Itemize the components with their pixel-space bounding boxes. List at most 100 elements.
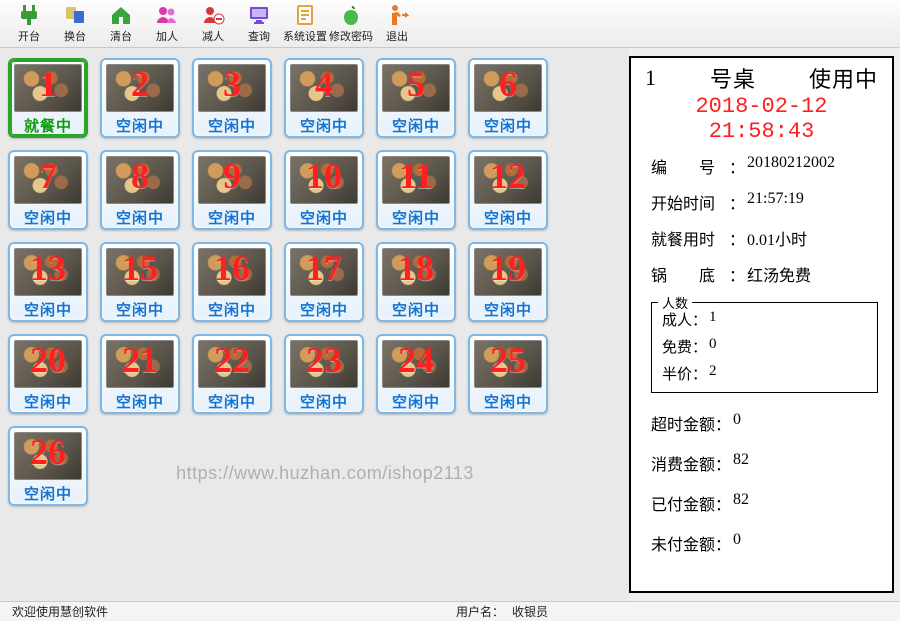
table-grid-area: 1 就餐中 2 空闲中 3 空闲中 4 空闲中 5 空闲中 6 空闲中 7 空闲…: [0, 48, 629, 601]
change-pwd-button[interactable]: 修改密码: [328, 2, 374, 46]
table-thumb: [198, 340, 266, 388]
sys-settings-button[interactable]: 系统设置: [282, 2, 328, 46]
table-status: 空闲中: [194, 114, 270, 136]
table-cell-10[interactable]: 10 空闲中: [284, 150, 364, 230]
label-start: 开始时间: [651, 190, 729, 214]
table-cell-1[interactable]: 1 就餐中: [8, 58, 88, 138]
toolbar-label: 查询: [248, 28, 270, 44]
table-cell-26[interactable]: 26 空闲中: [8, 426, 88, 506]
table-thumb: [290, 64, 358, 112]
table-thumb: [474, 156, 542, 204]
table-status: 空闲中: [194, 206, 270, 228]
table-status: 空闲中: [378, 390, 454, 412]
detail-table-suffix: 号桌: [710, 62, 756, 94]
row-serial: 编 号： 20180212002: [651, 154, 878, 178]
table-status: 空闲中: [286, 390, 362, 412]
table-cell-21[interactable]: 21 空闲中: [100, 334, 180, 414]
bottom-statusbar: 欢迎使用慧创软件 用户名： 收银员: [0, 601, 900, 621]
table-thumb: [14, 248, 82, 296]
value-serial: 20180212002: [747, 154, 835, 178]
label-serial: 编 号: [651, 154, 729, 178]
label-adult: 成人: [662, 309, 692, 330]
table-grid: 1 就餐中 2 空闲中 3 空闲中 4 空闲中 5 空闲中 6 空闲中 7 空闲…: [8, 58, 621, 506]
table-thumb: [14, 432, 82, 480]
table-status: 空闲中: [470, 206, 546, 228]
table-status: 空闲中: [470, 114, 546, 136]
table-status: 空闲中: [10, 206, 86, 228]
sub-person-button[interactable]: 减人: [190, 2, 236, 46]
row-unpaid: 未付金额： 0: [651, 531, 878, 555]
table-cell-23[interactable]: 23 空闲中: [284, 334, 364, 414]
app-root: 开台换台清台加人减人查询系统设置修改密码退出 1 就餐中 2 空闲中 3 空闲中…: [0, 0, 900, 621]
table-thumb: [290, 340, 358, 388]
table-thumb: [198, 64, 266, 112]
plug-icon: [17, 3, 41, 27]
table-cell-9[interactable]: 9 空闲中: [192, 150, 272, 230]
add-person-button[interactable]: 加人: [144, 2, 190, 46]
table-thumb: [198, 156, 266, 204]
table-cell-20[interactable]: 20 空闲中: [8, 334, 88, 414]
table-thumb: [106, 248, 174, 296]
label-elapsed: 就餐用时: [651, 226, 729, 250]
table-cell-5[interactable]: 5 空闲中: [376, 58, 456, 138]
table-cell-8[interactable]: 8 空闲中: [100, 150, 180, 230]
table-status: 空闲中: [10, 390, 86, 412]
detail-title: 1 号桌 使用中: [631, 58, 892, 94]
table-thumb: [474, 248, 542, 296]
swap-icon: [63, 3, 87, 27]
table-cell-17[interactable]: 17 空闲中: [284, 242, 364, 322]
toolbar-label: 修改密码: [329, 28, 373, 44]
table-cell-3[interactable]: 3 空闲中: [192, 58, 272, 138]
table-thumb: [382, 248, 450, 296]
table-cell-24[interactable]: 24 空闲中: [376, 334, 456, 414]
row-start: 开始时间： 21:57:19: [651, 190, 878, 214]
table-status: 空闲中: [470, 298, 546, 320]
toolbar-label: 加人: [156, 28, 178, 44]
table-status: 空闲中: [378, 206, 454, 228]
table-cell-12[interactable]: 12 空闲中: [468, 150, 548, 230]
row-pot: 锅 底： 红汤免费: [651, 262, 878, 286]
table-cell-19[interactable]: 19 空闲中: [468, 242, 548, 322]
row-paid: 已付金额： 82: [651, 491, 878, 515]
detail-table-state: 使用中: [809, 62, 878, 94]
value-adult: 1: [709, 309, 717, 330]
table-cell-18[interactable]: 18 空闲中: [376, 242, 456, 322]
table-cell-15[interactable]: 15 空闲中: [100, 242, 180, 322]
swap-table-button[interactable]: 换台: [52, 2, 98, 46]
table-cell-11[interactable]: 11 空闲中: [376, 150, 456, 230]
table-cell-25[interactable]: 25 空闲中: [468, 334, 548, 414]
person-exit-icon: [385, 3, 409, 27]
table-cell-7[interactable]: 7 空闲中: [8, 150, 88, 230]
toolbar-label: 系统设置: [283, 28, 327, 44]
table-status: 空闲中: [102, 390, 178, 412]
row-free: 免费： 0: [662, 336, 867, 357]
table-cell-2[interactable]: 2 空闲中: [100, 58, 180, 138]
table-status: 空闲中: [10, 298, 86, 320]
label-consume: 消费金额: [651, 451, 715, 475]
table-status: 就餐中: [10, 114, 86, 136]
table-cell-13[interactable]: 13 空闲中: [8, 242, 88, 322]
people-icon: [155, 3, 179, 27]
table-cell-16[interactable]: 16 空闲中: [192, 242, 272, 322]
table-status: 空闲中: [10, 482, 86, 504]
query-button[interactable]: 查询: [236, 2, 282, 46]
people-minus-icon: [201, 3, 225, 27]
exit-button[interactable]: 退出: [374, 2, 420, 46]
people-group: 人数 成人： 1 免费： 0 半价： 2: [651, 302, 878, 393]
value-overtime: 0: [733, 411, 741, 435]
row-half: 半价： 2: [662, 363, 867, 384]
table-cell-4[interactable]: 4 空闲中: [284, 58, 364, 138]
table-thumb: [382, 156, 450, 204]
label-free: 免费: [662, 336, 692, 357]
clear-table-button[interactable]: 清台: [98, 2, 144, 46]
table-cell-22[interactable]: 22 空闲中: [192, 334, 272, 414]
apple-icon: [339, 3, 363, 27]
table-thumb: [474, 340, 542, 388]
note-icon: [293, 3, 317, 27]
open-table-button[interactable]: 开台: [6, 2, 52, 46]
table-status: 空闲中: [378, 114, 454, 136]
table-thumb: [382, 340, 450, 388]
value-consume: 82: [733, 451, 749, 475]
table-cell-6[interactable]: 6 空闲中: [468, 58, 548, 138]
table-thumb: [106, 156, 174, 204]
